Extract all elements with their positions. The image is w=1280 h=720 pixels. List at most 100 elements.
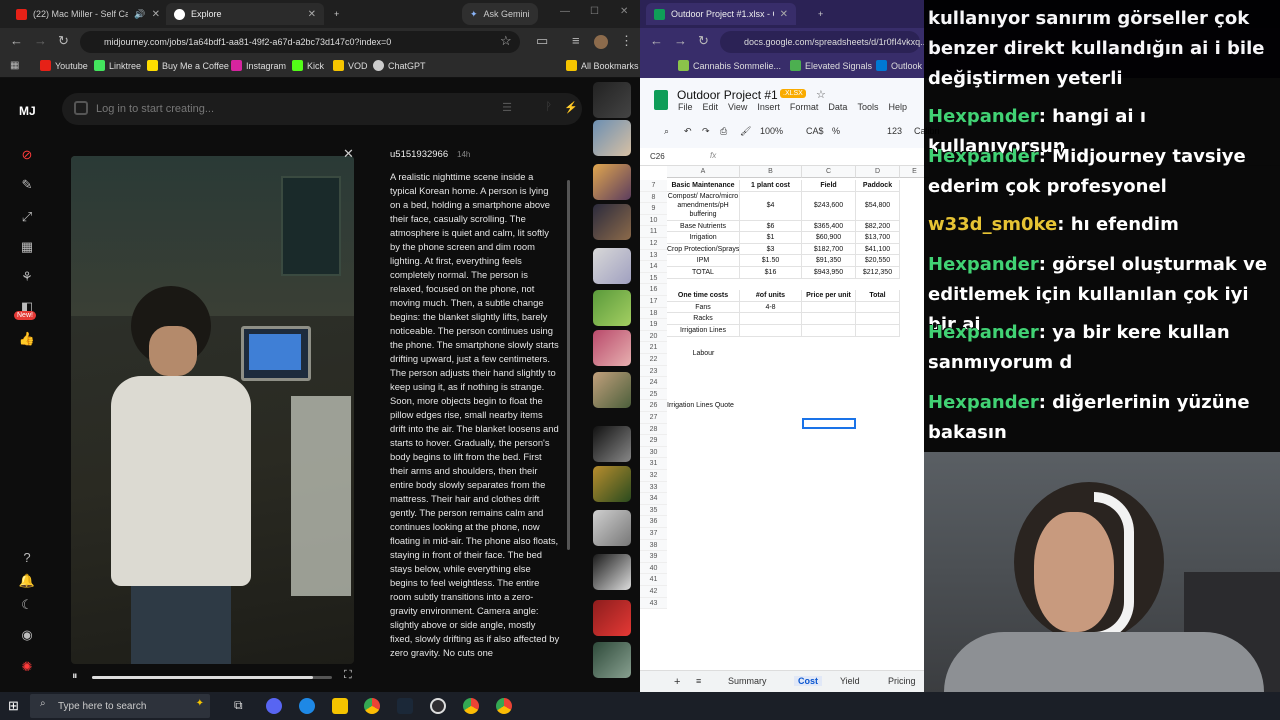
sheet-cell-irrigation-quote[interactable]: Irrigation Lines Quote [667, 400, 760, 412]
bookmark-chatgpt[interactable]: ChatGPT [373, 60, 426, 71]
sheet-cell[interactable]: Irrigation [667, 232, 740, 244]
row-header[interactable]: 30 [640, 446, 667, 459]
row-header[interactable]: 18 [640, 307, 667, 320]
thumbnail[interactable] [593, 510, 631, 546]
task-view-icon[interactable]: ⧉ [234, 698, 243, 713]
thumbnail[interactable] [593, 466, 631, 502]
prompt-scrollbar[interactable] [567, 180, 570, 550]
sheets-logo-icon[interactable] [654, 90, 668, 110]
bookmark-cannabis[interactable]: Cannabis Sommelie... [678, 60, 781, 71]
sheet-cell[interactable]: $1 [740, 232, 802, 244]
row-header[interactable]: 38 [640, 539, 667, 552]
row-header[interactable]: 32 [640, 470, 667, 482]
row-header[interactable]: 13 [640, 249, 667, 262]
steam-icon[interactable] [397, 698, 413, 714]
row-header[interactable]: 35 [640, 504, 667, 517]
sheet-cell[interactable]: $365,400 [802, 220, 856, 233]
sheet-cell[interactable]: $4 [740, 191, 802, 221]
dark-mode-icon[interactable]: ☾ [18, 596, 36, 614]
column-header[interactable]: D [856, 166, 900, 178]
app-icon[interactable] [299, 698, 315, 714]
format-123-button[interactable]: 123 [887, 126, 902, 136]
name-box[interactable]: C26 [650, 152, 665, 161]
row-header[interactable]: 8 [640, 191, 667, 204]
column-header[interactable]: B [740, 166, 802, 178]
file-explorer-icon[interactable] [332, 698, 348, 714]
all-bookmarks[interactable]: All Bookmarks [566, 60, 639, 71]
menu-view[interactable]: View [728, 102, 747, 112]
minimize-icon[interactable]: — [560, 6, 570, 17]
discord-icon[interactable] [266, 698, 282, 714]
sheet-cell[interactable]: $182,700 [802, 243, 856, 256]
row-header[interactable]: 11 [640, 226, 667, 238]
sheet-cell[interactable]: 4-8 [740, 301, 802, 314]
row-header[interactable]: 20 [640, 330, 667, 343]
new-tab-button[interactable]: + [810, 3, 831, 25]
doc-title[interactable]: Outdoor Project #1 [677, 88, 778, 102]
sheet-cell[interactable]: Irrigation Lines [667, 325, 740, 337]
menu-data[interactable]: Data [828, 102, 847, 112]
thumbnail[interactable] [593, 642, 631, 678]
sheet-cell[interactable]: #of units [740, 290, 802, 302]
sheet-cell[interactable]: Total [856, 290, 900, 302]
close-tab-icon[interactable]: ✕ [308, 9, 316, 20]
bookmark-vod[interactable]: VOD [333, 60, 368, 71]
back-icon[interactable]: ← [650, 33, 663, 48]
all-sheets-icon[interactable]: ≡ [696, 676, 701, 686]
new-tab-button[interactable]: + [326, 3, 347, 25]
column-header[interactable]: C [802, 166, 856, 178]
progress-track[interactable] [92, 676, 332, 679]
sheet-cell[interactable]: Price per unit [802, 290, 856, 302]
sheet-cell[interactable]: Crop Protection/Sprays [667, 243, 740, 256]
zoom-select[interactable]: 100% [760, 126, 783, 136]
row-header[interactable]: 34 [640, 493, 667, 505]
row-header[interactable]: 36 [640, 516, 667, 528]
obs-icon[interactable] [430, 698, 446, 714]
row-header[interactable]: 27 [640, 412, 667, 424]
row-header[interactable]: 37 [640, 528, 667, 540]
row-header[interactable]: 21 [640, 342, 667, 354]
sheet-cell[interactable]: 1 plant cost [740, 180, 802, 192]
account-icon[interactable]: ◉ [18, 626, 36, 644]
ask-gemini-button[interactable]: ✦ Ask Gemini [462, 3, 538, 25]
bookmark-outlook[interactable]: Outlook [876, 60, 922, 71]
pause-icon[interactable]: ⏸ [72, 670, 78, 683]
row-header[interactable]: 25 [640, 388, 667, 401]
menu-format[interactable]: Format [790, 102, 819, 112]
thumbnail[interactable] [593, 554, 631, 590]
bookmark-youtube[interactable]: Youtube [40, 60, 88, 71]
sheet-cell[interactable] [856, 325, 900, 337]
selected-cell[interactable] [802, 417, 856, 430]
image-upload-icon[interactable] [74, 101, 88, 115]
mj-logo[interactable]: MJ [19, 104, 36, 118]
star-icon[interactable]: ☆ [500, 33, 512, 49]
create-icon[interactable]: ✎ [18, 176, 36, 194]
notifications-icon[interactable]: 🔔 [18, 572, 36, 590]
sheet-cell[interactable] [740, 325, 802, 337]
sheet-cell[interactable]: IPM [667, 255, 740, 267]
prompt-search-bar[interactable]: Log in to start creating... ☰ ᚹ ⚡ [62, 93, 582, 125]
search-menus-icon[interactable]: ⌕ [664, 126, 669, 137]
tab-outdoor-project[interactable]: Outdoor Project #1.xlsx - Goog ✕ [646, 3, 796, 25]
row-header[interactable]: 7 [640, 180, 667, 192]
row-header[interactable]: 40 [640, 562, 667, 575]
row-header[interactable]: 14 [640, 261, 667, 273]
username[interactable]: u5151932966 [390, 149, 448, 160]
sheet-cell[interactable]: $6 [740, 220, 802, 233]
sheet-cell[interactable]: $60,900 [802, 232, 856, 244]
row-header[interactable]: 19 [640, 319, 667, 331]
edit-icon[interactable]: ⤢ [18, 208, 36, 226]
sheet-cell[interactable]: $54,800 [856, 191, 900, 221]
menu-tools[interactable]: Tools [857, 102, 878, 112]
sheet-cell[interactable]: $91,350 [802, 255, 856, 267]
close-tab-icon[interactable]: ✕ [780, 9, 788, 20]
sheet-cell[interactable] [856, 313, 900, 325]
menu-icon[interactable]: ⋮ [620, 33, 633, 49]
row-header[interactable]: 31 [640, 458, 667, 470]
forward-icon[interactable]: → [34, 33, 47, 48]
row-header[interactable]: 12 [640, 238, 667, 250]
close-window-icon[interactable]: ✕ [620, 6, 628, 17]
column-header[interactable]: A [667, 166, 740, 178]
cast-icon[interactable]: ▭ [536, 33, 548, 49]
row-header[interactable]: 39 [640, 551, 667, 563]
